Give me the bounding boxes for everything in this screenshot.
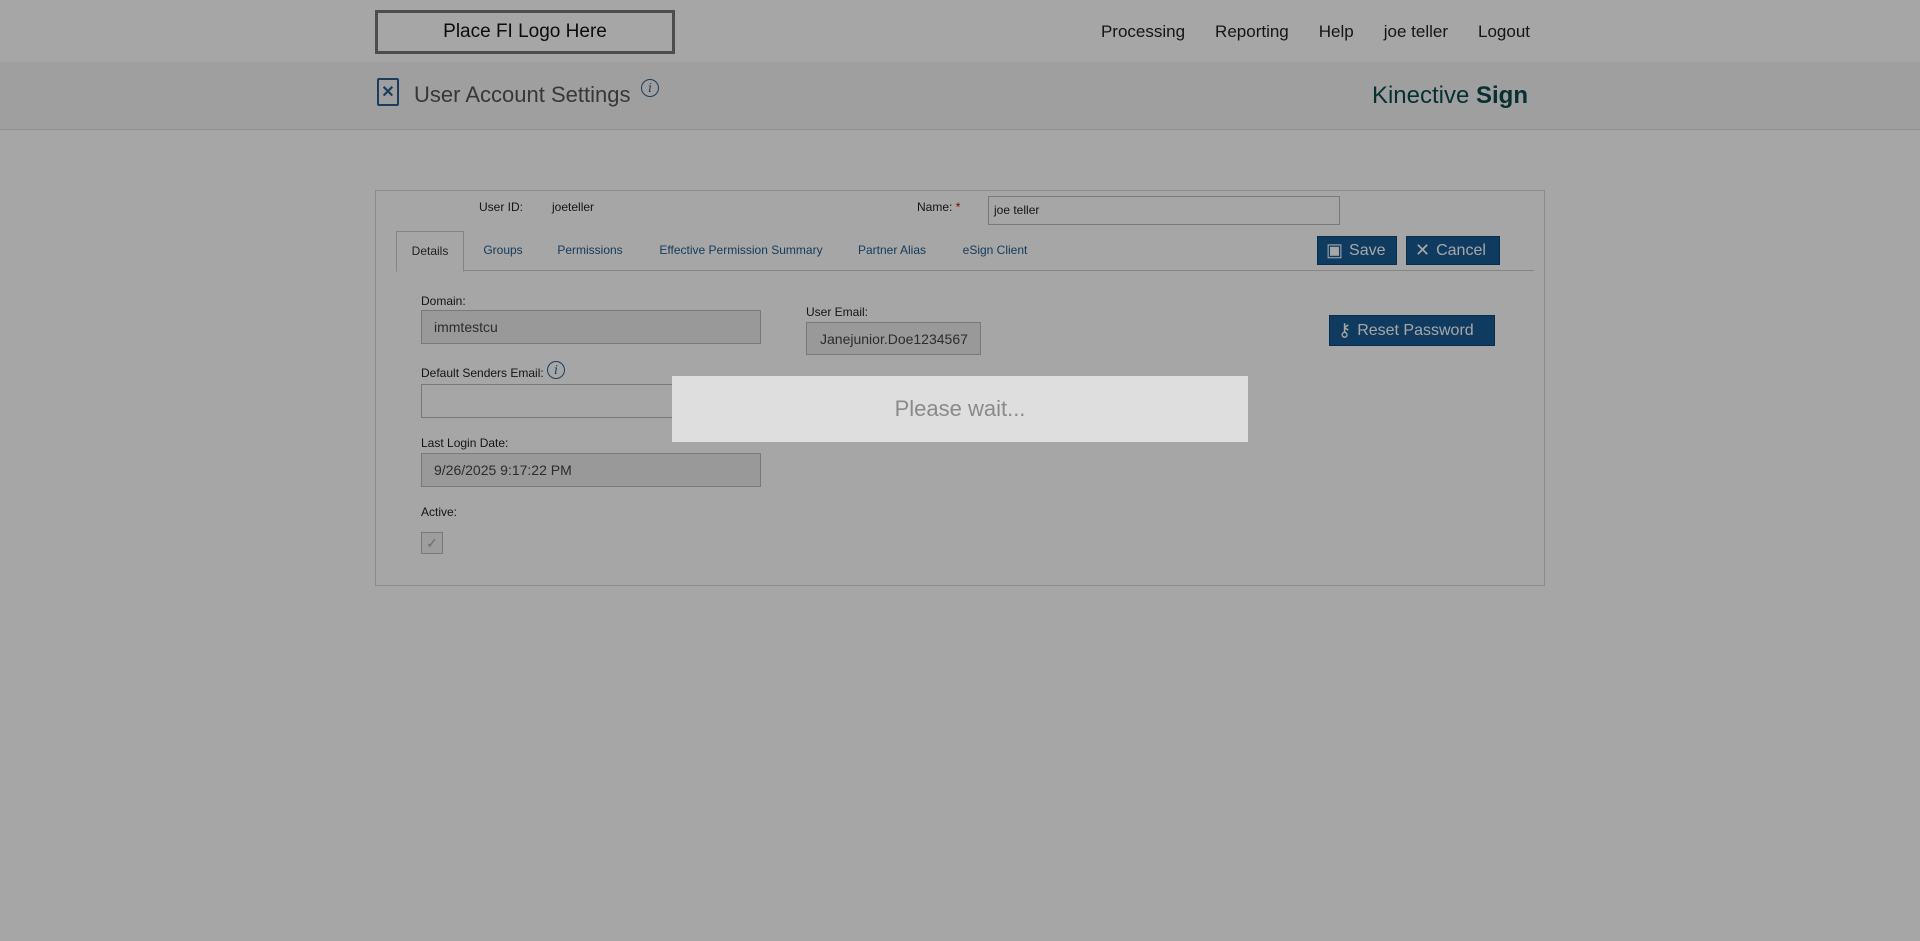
please-wait-dialog: Please wait... (672, 376, 1248, 442)
loading-overlay (0, 0, 1920, 941)
